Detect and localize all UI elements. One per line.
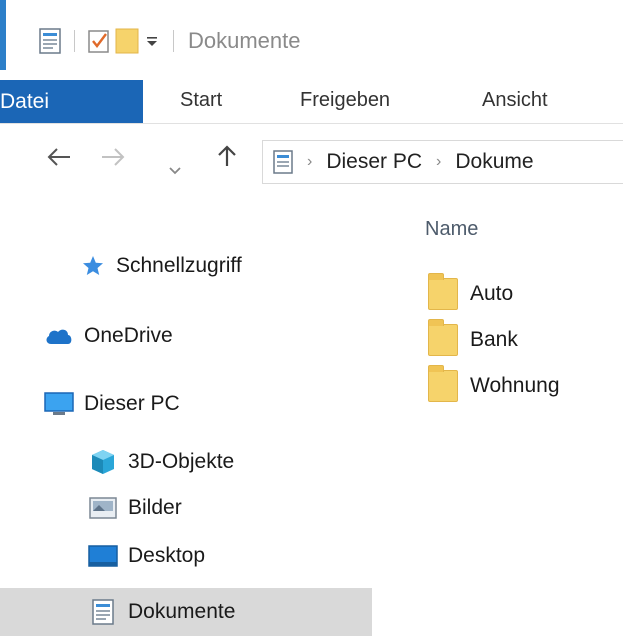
tab-ansicht[interactable]: Ansicht — [482, 80, 548, 120]
breadcrumb-dokumente[interactable]: Dokume — [455, 150, 533, 174]
up-arrow-icon[interactable] — [216, 144, 238, 175]
sidebar-item-3d-objekte[interactable]: 3D-Objekte — [86, 440, 234, 484]
navigation-bar: › Dieser PC › Dokume — [0, 124, 623, 202]
new-folder-icon[interactable] — [113, 26, 141, 56]
star-icon — [78, 251, 108, 281]
sidebar-item-label: 3D-Objekte — [128, 450, 235, 473]
sidebar-item-label: Dieser PC — [84, 392, 180, 415]
window-title: Dokumente — [188, 28, 301, 53]
sidebar-item-label: Dokumente — [128, 600, 236, 623]
folder-icon — [428, 273, 462, 310]
file-name: Wohnung — [470, 374, 560, 397]
list-item[interactable]: Bank — [428, 318, 518, 362]
toolbar-separator — [173, 30, 174, 52]
file-name: Auto — [470, 282, 514, 305]
sidebar-item-label: Bilder — [128, 496, 182, 519]
address-document-icon — [273, 150, 293, 174]
sidebar-item-onedrive[interactable]: OneDrive — [42, 314, 173, 358]
sidebar-item-label: Desktop — [128, 544, 206, 567]
breadcrumb-dieser-pc[interactable]: Dieser PC — [326, 150, 422, 174]
list-item[interactable]: Auto — [428, 272, 513, 316]
sidebar-item-label: OneDrive — [84, 324, 173, 347]
file-name: Bank — [470, 328, 518, 351]
forward-arrow-icon[interactable] — [100, 144, 126, 175]
navigation-pane: Schnellzugriff OneDrive Dieser PC 3D-Obj… — [0, 202, 390, 638]
ribbon-tabs: Datei Start Freigeben Ansicht — [0, 70, 623, 124]
pictures-icon — [86, 493, 120, 523]
file-explorer-window: Dokumente Datei Start Freigeben Ansicht — [0, 0, 623, 638]
address-bar[interactable]: › Dieser PC › Dokume — [262, 140, 623, 184]
toolbar-separator — [74, 30, 75, 52]
file-list: Name Auto Bank Wohnung — [400, 202, 623, 638]
title-bar: Dokumente — [6, 0, 623, 70]
monitor-icon — [42, 389, 76, 419]
quick-access-toolbar: Dokumente — [36, 24, 301, 58]
sidebar-item-schnellzugriff[interactable]: Schnellzugriff — [78, 244, 242, 288]
tab-start[interactable]: Start — [180, 80, 222, 120]
sidebar-item-label: Schnellzugriff — [116, 254, 242, 277]
desktop-icon — [86, 541, 120, 571]
column-header-name[interactable]: Name — [425, 218, 478, 241]
folder-icon — [428, 319, 462, 356]
cloud-icon — [42, 321, 76, 351]
tab-freigeben[interactable]: Freigeben — [300, 80, 390, 120]
sidebar-item-bilder[interactable]: Bilder — [86, 486, 182, 530]
back-arrow-icon[interactable] — [46, 144, 72, 175]
sidebar-item-dokumente[interactable]: Dokumente — [0, 588, 372, 636]
list-item[interactable]: Wohnung — [428, 364, 560, 408]
breadcrumb-chevron-icon: › — [436, 153, 442, 170]
sidebar-item-dieser-pc[interactable]: Dieser PC — [42, 382, 180, 426]
document-icon — [86, 597, 120, 627]
recent-locations-chevron-down-icon[interactable] — [168, 152, 182, 183]
cube-icon — [86, 447, 120, 477]
customize-dropdown-icon[interactable] — [141, 26, 163, 56]
folder-icon — [428, 365, 462, 402]
sidebar-item-desktop[interactable]: Desktop — [86, 534, 205, 578]
document-properties-icon[interactable] — [36, 26, 64, 56]
breadcrumb-chevron-icon: › — [307, 153, 313, 170]
checkmark-document-icon[interactable] — [85, 26, 113, 56]
tab-datei[interactable]: Datei — [0, 80, 143, 124]
